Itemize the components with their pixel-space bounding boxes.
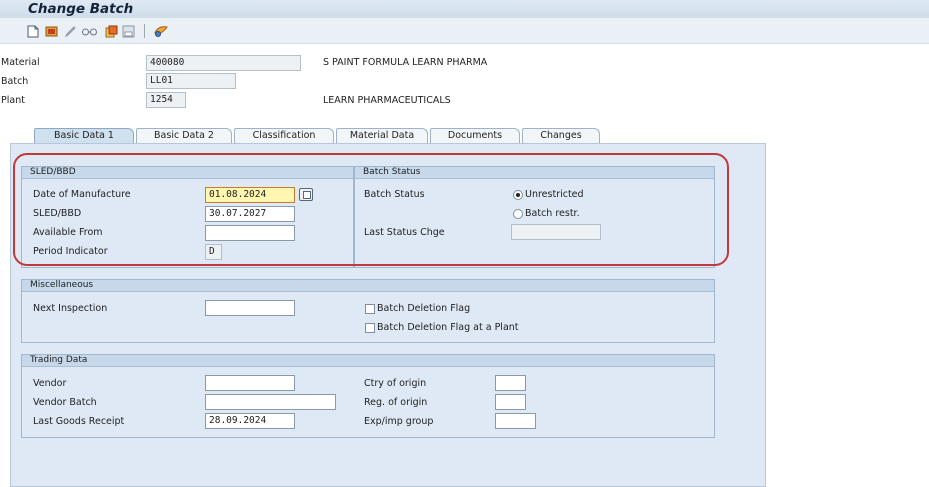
material-field[interactable]: 400080 (146, 55, 301, 71)
tab-classification[interactable]: Classification (234, 128, 334, 143)
batch-deletion-flag-plant-checkbox[interactable] (365, 323, 375, 333)
available-from-label: Available From (33, 227, 103, 238)
plant-field[interactable]: 1254 (146, 92, 186, 108)
calendar-icon[interactable] (299, 188, 313, 201)
region-of-origin-label: Reg. of origin (364, 397, 428, 408)
material-description: S PAINT FORMULA LEARN PHARMA (323, 57, 488, 68)
plant-label: Plant (1, 95, 25, 106)
last-goods-receipt-label: Last Goods Receipt (33, 416, 125, 427)
trading-data-group: Trading Data Vendor Vendor Batch Last Go… (21, 354, 715, 438)
export-import-group-label: Exp/imp group (364, 416, 434, 427)
batch-field[interactable]: LL01 (146, 73, 236, 89)
copy-icon[interactable] (104, 24, 118, 38)
manufacture-date-label: Date of Manufacture (33, 189, 131, 200)
available-from-field[interactable] (205, 225, 295, 241)
material-label: Material (1, 57, 40, 68)
country-of-origin-field[interactable] (495, 375, 526, 391)
next-inspection-field[interactable] (205, 300, 295, 316)
title-bar: Change Batch (0, 0, 929, 18)
application-toolbar (0, 18, 929, 44)
unrestricted-label: Unrestricted (525, 189, 584, 200)
glasses-icon[interactable] (80, 24, 98, 38)
tab-basic-data-2[interactable]: Basic Data 2 (136, 128, 232, 143)
last-status-change-label: Last Status Chge (364, 227, 445, 238)
tab-material-data[interactable]: Material Data (336, 128, 428, 143)
batch-label: Batch (1, 76, 29, 87)
sap-window: Change Batch Material 400080 S PAINT FOR… (0, 0, 929, 487)
batch-deletion-flag-plant-label: Batch Deletion Flag at a Plant (377, 322, 519, 333)
miscellaneous-group-title: Miscellaneous (22, 280, 714, 292)
batch-deletion-flag-label: Batch Deletion Flag (377, 303, 471, 314)
unrestricted-radio[interactable] (513, 190, 523, 200)
plant-description: LEARN PHARMACEUTICALS (323, 95, 451, 106)
export-import-group-field[interactable] (495, 413, 536, 429)
manufacture-date-field[interactable]: 01.08.2024 (205, 187, 295, 203)
sled-group: SLED/BBD Date of Manufacture 01.08.2024 … (21, 166, 354, 268)
tab-changes[interactable]: Changes (522, 128, 600, 143)
batch-restricted-label: Batch restr. (525, 208, 580, 219)
display-change-icon[interactable] (45, 24, 59, 38)
sled-bbd-field[interactable]: 30.07.2027 (205, 206, 295, 222)
tab-panel-basic-data-1: SLED/BBD Date of Manufacture 01.08.2024 … (10, 143, 766, 487)
trading-data-group-title: Trading Data (22, 355, 714, 367)
batch-status-label: Batch Status (364, 189, 425, 200)
tab-basic-data-1[interactable]: Basic Data 1 (34, 128, 134, 143)
new-document-icon[interactable] (26, 24, 40, 38)
batch-status-group: Batch Status Batch Status Unrestricted B… (354, 166, 715, 268)
tab-documents[interactable]: Documents (430, 128, 520, 143)
region-of-origin-field[interactable] (495, 394, 526, 410)
last-goods-receipt-field[interactable]: 28.09.2024 (205, 413, 295, 429)
batch-deletion-flag-checkbox[interactable] (365, 304, 375, 314)
sled-bbd-label: SLED/BBD (33, 208, 82, 219)
save-variant-icon[interactable] (121, 24, 135, 38)
period-indicator-label: Period Indicator (33, 246, 108, 257)
vendor-batch-label: Vendor Batch (33, 397, 97, 408)
page-title: Change Batch (28, 1, 134, 17)
miscellaneous-group: Miscellaneous Next Inspection Batch Dele… (21, 279, 715, 343)
period-indicator-field[interactable]: D (205, 244, 222, 260)
last-status-change-field[interactable] (511, 224, 601, 240)
country-of-origin-label: Ctry of origin (364, 378, 427, 389)
vendor-batch-field[interactable] (205, 394, 336, 410)
batch-restricted-radio[interactable] (513, 209, 523, 219)
toolbar-separator (144, 24, 145, 38)
pencil-icon[interactable] (63, 24, 77, 38)
batch-status-group-title: Batch Status (355, 167, 714, 179)
vendor-label: Vendor (33, 378, 67, 389)
settings-icon[interactable] (152, 24, 169, 38)
next-inspection-label: Next Inspection (33, 303, 108, 314)
sled-group-title: SLED/BBD (22, 167, 353, 179)
vendor-field[interactable] (205, 375, 295, 391)
